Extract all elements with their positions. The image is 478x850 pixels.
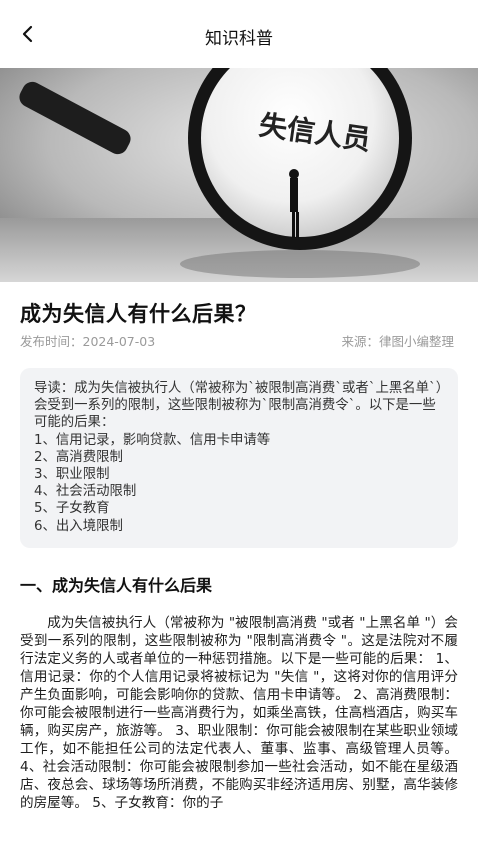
summary-box: 导读：成为失信被执行人（常被称为`被限制高消费`或者`上黑名单`）会受到一系列的… [20,368,458,548]
page-title: 知识科普 [205,29,273,49]
summary-intro: 导读：成为失信被执行人（常被称为`被限制高消费`或者`上黑名单`）会受到一系列的… [34,381,443,431]
summary-item: 1、信用记录，影响贷款、信用卡申请等 [34,432,271,448]
article-title: 成为失信人有什么后果？ [20,302,257,326]
article-source: 来源：律图小编整理 [341,334,454,349]
summary-item: 4、社会活动限制 [34,484,137,500]
summary-item: 6、出入境限制 [34,518,123,534]
article-body: 成为失信被执行人（常被称为 "被限制高消费 "或者 "上黑名单 "）会受到一系列… [20,615,458,811]
summary-item: 5、子女教育 [34,501,110,517]
section-heading: 一、成为失信人有什么后果 [20,576,213,595]
magnifier-illustration: 失信人员 [0,68,478,282]
hero-image: 失信人员 [0,68,478,282]
top-nav-bar: 知识科普 [0,0,478,68]
publish-date: 发布时间：2024-07-03 [20,334,156,349]
summary-item: 2、高消费限制 [34,449,123,465]
summary-item: 3、职业限制 [34,467,110,483]
